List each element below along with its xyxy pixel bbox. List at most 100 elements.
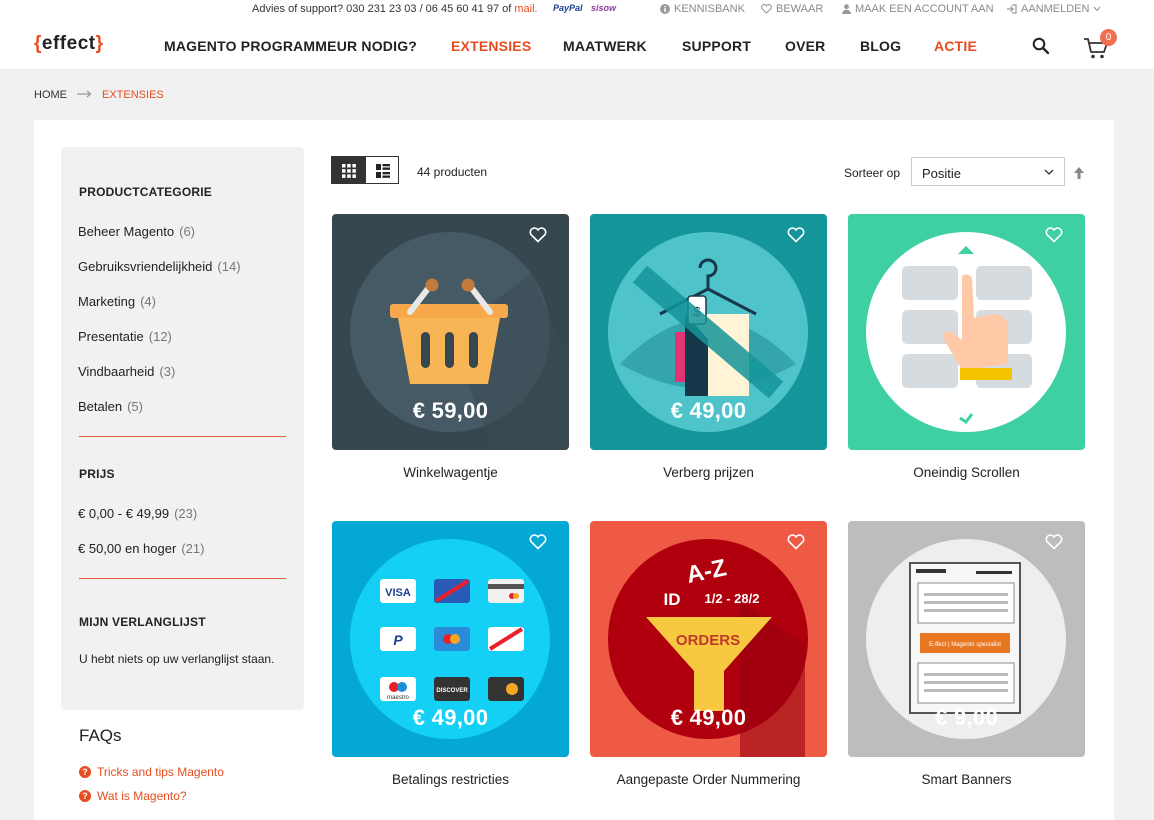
category-item[interactable]: Betalen (5): [78, 399, 143, 414]
svg-text:maestro: maestro: [387, 695, 409, 701]
category-count: (5): [127, 399, 143, 414]
svg-text:E-ffect | Magento specialist: E-ffect | Magento specialist: [929, 642, 1001, 648]
product-tile[interactable]: $ € 49,00: [590, 214, 827, 450]
create-account-label: MAAK EEN ACCOUNT AAN: [855, 3, 994, 15]
product-tile[interactable]: VISA P maestro DISCOVER € 49,00: [332, 521, 569, 757]
bewaar-link[interactable]: BEWAAR: [761, 3, 823, 15]
product-name[interactable]: Aangepaste Order Nummering: [590, 772, 827, 787]
price-filter-item[interactable]: € 0,00 - € 49,99 (23): [78, 506, 197, 521]
nav-maatwerk[interactable]: MAATWERK: [563, 38, 647, 54]
svg-text:ORDERS: ORDERS: [676, 632, 740, 649]
nav-extensies[interactable]: EXTENSIES: [451, 38, 531, 54]
faq-link[interactable]: ? Tricks and tips Magento: [79, 765, 224, 779]
product-tile[interactable]: E-ffect | Magento specialist € 9,00: [848, 521, 1085, 757]
product-price: € 59,00: [412, 398, 489, 423]
login-label: AANMELDEN: [1021, 3, 1090, 15]
category-count: (14): [217, 259, 241, 274]
price-label: € 50,00 en hoger: [78, 541, 177, 556]
product-price: € 49,00: [412, 705, 489, 730]
product-count: 44 producten: [417, 165, 488, 179]
product-name[interactable]: Smart Banners: [848, 772, 1085, 787]
wishlist-heart-icon[interactable]: [787, 227, 805, 243]
sort-label: Sorteer op: [844, 166, 901, 180]
kennisbank-label: KENNISBANK: [674, 3, 745, 15]
top-bar: Advies of support? 030 231 23 03 / 06 45…: [0, 0, 1154, 19]
product-tile[interactable]: [848, 214, 1085, 450]
search-icon[interactable]: [1032, 37, 1050, 55]
svg-text:1/2 - 28/2: 1/2 - 28/2: [705, 591, 760, 606]
main-header: {effect} MAGENTO PROGRAMMEUR NODIG? EXTE…: [0, 19, 1154, 70]
sort-select[interactable]: Positie: [911, 157, 1065, 186]
product-price: € 49,00: [670, 705, 747, 730]
wishlist-heart-icon[interactable]: [529, 227, 547, 243]
category-title: PRODUCTCATEGORIE: [79, 185, 212, 199]
paypal-logo: PayPal: [553, 3, 583, 13]
category-item[interactable]: Marketing (4): [78, 294, 156, 309]
product-name[interactable]: Betalings restricties: [332, 772, 569, 787]
svg-text:DISCOVER: DISCOVER: [436, 688, 468, 694]
price-label: € 0,00 - € 49,99: [78, 506, 170, 521]
category-label: Vindbaarheid: [78, 364, 155, 379]
nav-blog[interactable]: BLOG: [860, 38, 901, 54]
svg-text:P: P: [393, 632, 403, 648]
category-item[interactable]: Presentatie (12): [78, 329, 172, 344]
wishlist-empty-text: U hebt niets op uw verlanglijst staan.: [79, 652, 275, 666]
product-name[interactable]: Oneindig Scrollen: [848, 465, 1085, 480]
breadcrumb-arrow-icon: [77, 90, 92, 98]
wishlist-heart-icon[interactable]: [1045, 227, 1063, 243]
wishlist-heart-icon[interactable]: [529, 534, 547, 550]
kennisbank-link[interactable]: KENNISBANK: [660, 3, 745, 15]
heart-icon: [761, 4, 772, 14]
grid-view-button[interactable]: [331, 156, 365, 184]
price-count: (21): [181, 541, 205, 556]
mail-link[interactable]: mail.: [514, 3, 537, 15]
category-item[interactable]: Gebruiksvriendelijkheid (14): [78, 259, 241, 274]
product-name[interactable]: Winkelwagentje: [332, 465, 569, 480]
sort-direction-icon[interactable]: [1073, 166, 1085, 180]
chevron-down-icon: [1044, 169, 1054, 175]
category-count: (3): [159, 364, 176, 379]
list-view-button[interactable]: [365, 156, 399, 184]
breadcrumb-current: EXTENSIES: [102, 89, 164, 101]
wishlist-heart-icon[interactable]: [787, 534, 805, 550]
nav-over[interactable]: OVER: [785, 38, 825, 54]
category-label: Betalen: [78, 399, 123, 414]
category-label: Marketing: [78, 294, 136, 309]
product-tile[interactable]: A-Z ID 1/2 - 28/2 ORDERS € 49,00: [590, 521, 827, 757]
nav-actie[interactable]: ACTIE: [934, 38, 977, 54]
site-logo[interactable]: {effect}: [34, 33, 104, 55]
product-name[interactable]: Verberg prijzen: [590, 465, 827, 480]
info-icon: [660, 4, 670, 14]
category-item[interactable]: Beheer Magento (6): [78, 224, 195, 239]
sort-value: Positie: [922, 166, 962, 181]
faq-label: Wat is Magento?: [97, 789, 187, 803]
category-label: Gebruiksvriendelijkheid: [78, 259, 213, 274]
breadcrumb-home[interactable]: HOME: [34, 89, 67, 101]
product-price: € 9,00: [935, 705, 998, 730]
nav-support[interactable]: SUPPORT: [682, 38, 751, 54]
divider: [79, 578, 286, 579]
create-account-link[interactable]: MAAK EEN ACCOUNT AAN: [842, 3, 994, 15]
category-label: Presentatie: [78, 329, 144, 344]
login-link[interactable]: AANMELDEN: [1006, 3, 1101, 15]
price-filter-item[interactable]: € 50,00 en hoger (21): [78, 541, 204, 556]
product-price: € 49,00: [670, 398, 747, 423]
faq-label: Tricks and tips Magento: [97, 765, 224, 779]
payment-logos: PayPal sisow: [553, 3, 616, 13]
category-count: (6): [179, 224, 196, 239]
grid-icon: [342, 164, 356, 178]
svg-text:VISA: VISA: [385, 587, 411, 599]
faq-link[interactable]: ? Wat is Magento?: [79, 789, 187, 803]
support-phone-text: Advies of support? 030 231 23 03 / 06 45…: [252, 3, 512, 15]
wishlist-heart-icon[interactable]: [1045, 534, 1063, 550]
price-title: PRIJS: [79, 467, 115, 481]
category-count: (4): [140, 294, 156, 309]
divider: [79, 436, 286, 437]
scroll-illustration: [848, 214, 1085, 450]
support-info: Advies of support? 030 231 23 03 / 06 45…: [252, 3, 538, 15]
category-item[interactable]: Vindbaarheid (3): [78, 364, 175, 379]
svg-text:ID: ID: [664, 590, 681, 609]
nav-programmeur[interactable]: MAGENTO PROGRAMMEUR NODIG?: [164, 38, 417, 54]
faq-title: FAQs: [79, 726, 122, 745]
product-tile[interactable]: € 59,00: [332, 214, 569, 450]
